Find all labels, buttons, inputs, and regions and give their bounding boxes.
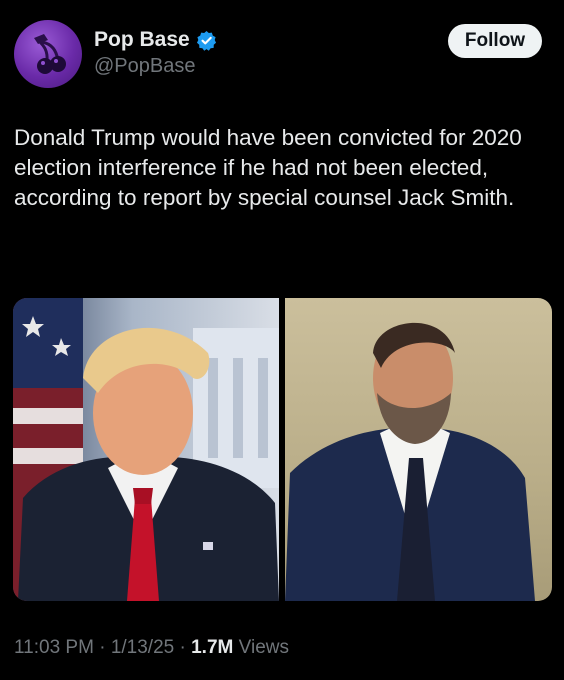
tweet-date[interactable]: 1/13/25	[111, 637, 174, 658]
photo-left[interactable]	[13, 298, 279, 601]
portrait-illustration-left	[13, 298, 279, 601]
tweet-header: Pop Base @PopBase Follow	[14, 20, 542, 92]
views-count[interactable]: 1.7M	[191, 637, 233, 658]
tweet-meta: 11:03 PM · 1/13/25 · 1.7M Views	[14, 637, 289, 659]
verified-badge-icon[interactable]	[196, 30, 217, 51]
portrait-illustration-right	[285, 322, 535, 601]
views-label: Views	[238, 637, 289, 658]
avatar[interactable]	[14, 20, 82, 88]
cherries-icon	[34, 34, 66, 74]
tweet-time[interactable]: 11:03 PM	[14, 637, 94, 658]
follow-button[interactable]: Follow	[448, 24, 542, 58]
tweet-text: Donald Trump would have been convicted f…	[14, 125, 522, 210]
author-block: Pop Base @PopBase	[94, 28, 217, 78]
handle[interactable]: @PopBase	[94, 55, 217, 78]
display-name[interactable]: Pop Base	[94, 28, 190, 52]
media-grid	[13, 298, 552, 601]
meta-separator: ·	[99, 637, 106, 658]
photo-right[interactable]	[285, 298, 552, 601]
meta-separator: ·	[179, 637, 186, 658]
